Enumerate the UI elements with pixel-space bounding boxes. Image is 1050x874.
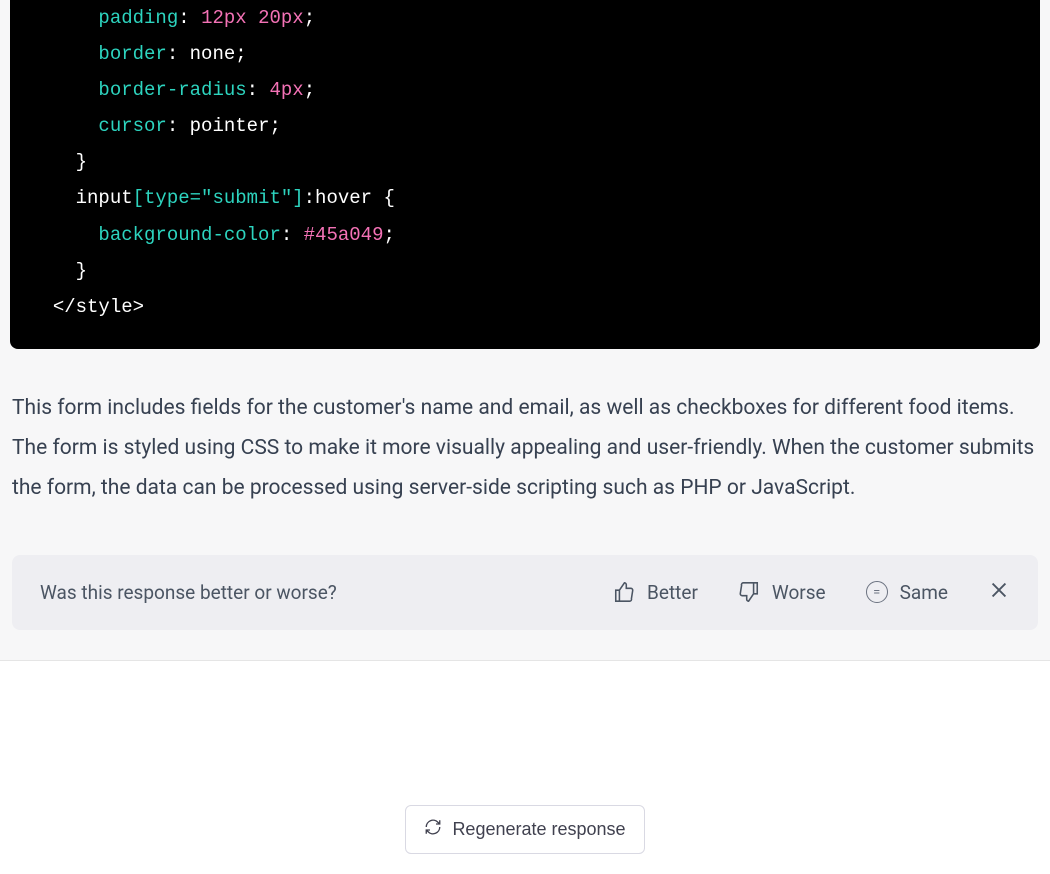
feedback-same-label: Same <box>900 581 948 604</box>
feedback-bar: Was this response better or worse? Bette… <box>12 555 1038 630</box>
feedback-same-button[interactable]: = Same <box>866 581 948 604</box>
code-line: } <box>30 144 1020 180</box>
code-line: border-radius: 4px; <box>30 72 1020 108</box>
feedback-better-button[interactable]: Better <box>613 581 698 604</box>
close-icon <box>988 579 1010 606</box>
thumbs-up-icon <box>613 581 635 603</box>
code-line: </style> <box>30 289 1020 325</box>
assistant-message: padding: 12px 20px; border: none; border… <box>0 0 1050 661</box>
thumbs-down-icon <box>738 581 760 603</box>
code-line: cursor: pointer; <box>30 108 1020 144</box>
regenerate-icon <box>424 818 442 841</box>
code-line: padding: 12px 20px; <box>30 0 1020 36</box>
code-line: } <box>30 253 1020 289</box>
code-block: padding: 12px 20px; border: none; border… <box>10 0 1040 349</box>
feedback-close-button[interactable] <box>988 579 1010 606</box>
feedback-worse-button[interactable]: Worse <box>738 581 826 604</box>
regenerate-label: Regenerate response <box>452 819 625 840</box>
regenerate-button[interactable]: Regenerate response <box>405 805 644 854</box>
feedback-worse-label: Worse <box>772 581 826 604</box>
regenerate-wrap: Regenerate response <box>0 805 1050 854</box>
code-line: border: none; <box>30 36 1020 72</box>
code-line: background-color: #45a049; <box>30 217 1020 253</box>
feedback-question: Was this response better or worse? <box>40 581 573 604</box>
feedback-better-label: Better <box>647 581 698 604</box>
response-description: This form includes fields for the custom… <box>0 349 1050 539</box>
code-line: input[type="submit"]:hover { <box>30 180 1020 216</box>
equal-icon: = <box>866 581 888 603</box>
